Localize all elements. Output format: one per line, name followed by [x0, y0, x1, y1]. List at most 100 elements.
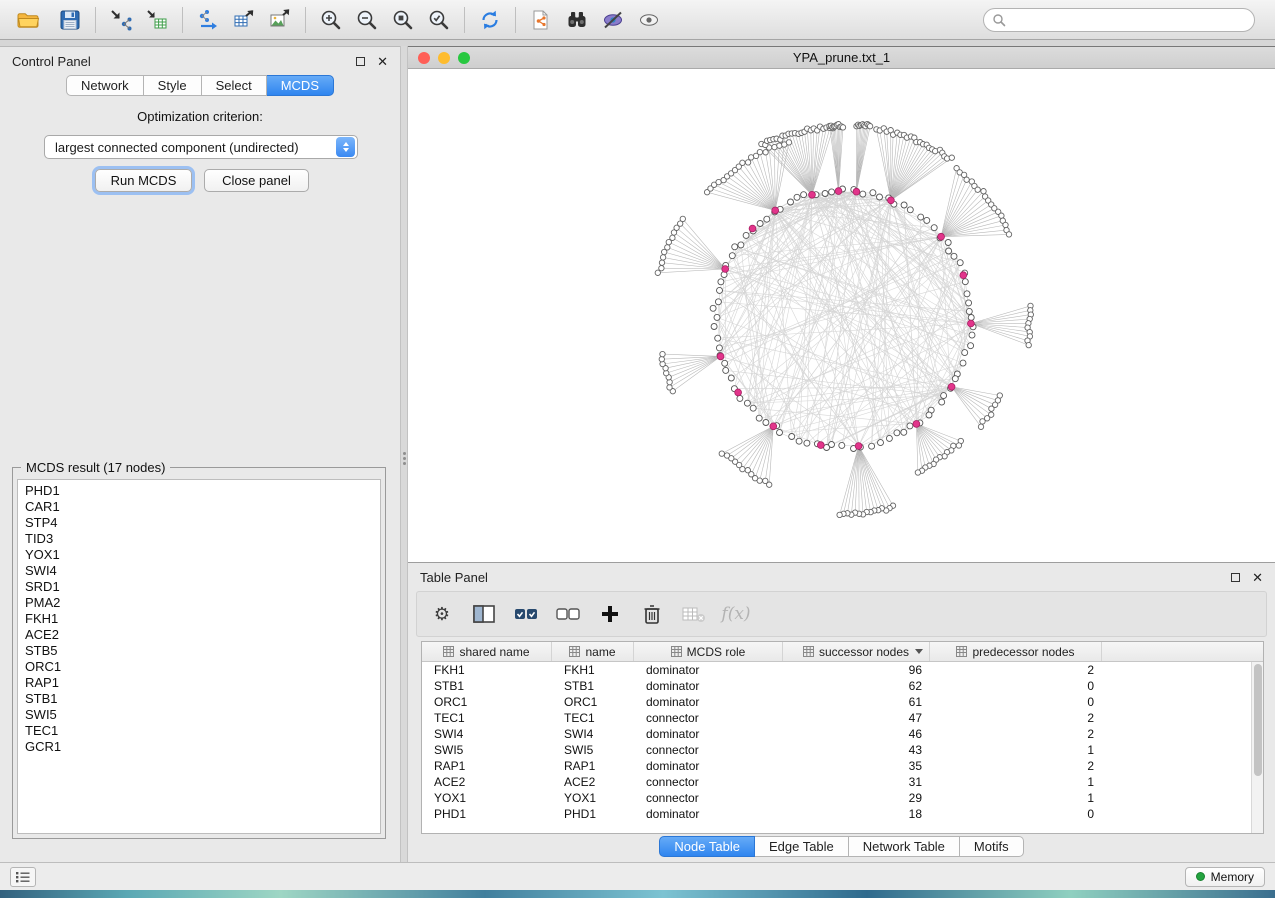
graph-dominator-node[interactable] — [888, 197, 895, 204]
graph-leaf-node[interactable] — [660, 351, 665, 356]
close-window-button[interactable] — [418, 52, 430, 64]
function-builder-button[interactable]: f(x) — [723, 601, 749, 627]
graph-node[interactable] — [743, 232, 749, 238]
graph-leaf-node[interactable] — [665, 245, 670, 250]
graph-dominator-node[interactable] — [772, 207, 779, 214]
table-row[interactable]: TEC1TEC1connector472 — [422, 710, 1251, 726]
document-share-button[interactable] — [523, 3, 559, 37]
graph-leaf-node[interactable] — [867, 124, 872, 129]
float-panel-icon[interactable] — [356, 57, 365, 66]
mcds-result-item[interactable]: PHD1 — [18, 483, 380, 499]
graph-node[interactable] — [750, 405, 756, 411]
graph-leaf-node[interactable] — [655, 270, 660, 275]
graph-node[interactable] — [869, 443, 875, 449]
tab-edge-table[interactable]: Edge Table — [755, 836, 849, 857]
graph-node[interactable] — [804, 440, 810, 446]
graph-leaf-node[interactable] — [745, 468, 750, 473]
open-file-button[interactable] — [10, 3, 46, 37]
graph-node[interactable] — [763, 420, 769, 426]
show-columns-button[interactable] — [471, 601, 497, 627]
select-all-button[interactable] — [513, 601, 539, 627]
graph-leaf-node[interactable] — [719, 451, 724, 456]
maximize-window-button[interactable] — [458, 52, 470, 64]
graph-node[interactable] — [878, 440, 884, 446]
graph-node[interactable] — [901, 202, 907, 208]
graph-leaf-node[interactable] — [763, 150, 768, 155]
graph-leaf-node[interactable] — [949, 155, 954, 160]
graph-leaf-node[interactable] — [745, 160, 750, 165]
graph-node[interactable] — [907, 207, 913, 213]
mcds-result-item[interactable]: YOX1 — [18, 547, 380, 563]
graph-node[interactable] — [788, 199, 794, 205]
graph-node[interactable] — [714, 314, 720, 320]
graph-node[interactable] — [901, 429, 907, 435]
table-row[interactable]: YOX1YOX1connector291 — [422, 790, 1251, 806]
graph-node[interactable] — [969, 332, 975, 338]
graph-node[interactable] — [952, 376, 958, 382]
close-panel-button[interactable]: Close panel — [204, 169, 309, 192]
sort-descending-icon[interactable] — [915, 649, 923, 654]
mcds-result-item[interactable]: SRD1 — [18, 579, 380, 595]
table-row[interactable]: ORC1ORC1dominator610 — [422, 694, 1251, 710]
graph-node[interactable] — [860, 191, 866, 197]
graph-leaf-node[interactable] — [757, 149, 762, 154]
panel-splitter[interactable] — [400, 46, 408, 862]
column-header-successor-nodes[interactable]: successor nodes — [783, 642, 930, 661]
zoom-fit-button[interactable] — [385, 3, 421, 37]
graph-node[interactable] — [945, 240, 951, 246]
graph-leaf-node[interactable] — [981, 189, 986, 194]
graph-leaf-node[interactable] — [670, 235, 675, 240]
graph-node[interactable] — [966, 300, 972, 306]
zoom-selected-button[interactable] — [421, 3, 457, 37]
minimize-window-button[interactable] — [438, 52, 450, 64]
graph-node[interactable] — [789, 434, 795, 440]
graph-node[interactable] — [918, 214, 924, 220]
graph-node[interactable] — [829, 189, 835, 195]
delete-column-button[interactable] — [639, 601, 665, 627]
graph-leaf-node[interactable] — [724, 453, 729, 458]
zoom-out-button[interactable] — [349, 3, 385, 37]
import-network-button[interactable] — [103, 3, 139, 37]
graph-node[interactable] — [941, 393, 947, 399]
graph-node[interactable] — [723, 367, 729, 373]
mcds-result-item[interactable]: ORC1 — [18, 659, 380, 675]
graph-node[interactable] — [794, 194, 800, 200]
graph-leaf-node[interactable] — [680, 216, 685, 221]
network-canvas[interactable] — [408, 69, 1275, 563]
graph-leaf-node[interactable] — [1026, 342, 1031, 347]
graph-leaf-node[interactable] — [659, 357, 664, 362]
graph-node[interactable] — [894, 430, 900, 436]
graph-dominator-node[interactable] — [717, 353, 724, 360]
graph-node[interactable] — [710, 305, 716, 311]
graph-dominator-node[interactable] — [855, 443, 862, 450]
graph-node[interactable] — [966, 308, 972, 314]
graph-dominator-node[interactable] — [735, 389, 742, 396]
graph-node[interactable] — [924, 217, 930, 223]
table-scrollbar[interactable] — [1251, 662, 1263, 833]
graph-dominator-node[interactable] — [722, 266, 729, 273]
table-row[interactable]: SWI5SWI5connector431 — [422, 742, 1251, 758]
table-settings-button[interactable]: ⚙ — [429, 601, 455, 627]
graph-leaf-node[interactable] — [989, 406, 994, 411]
graph-node[interactable] — [796, 438, 802, 444]
graph-node[interactable] — [764, 216, 770, 222]
node-layer[interactable] — [655, 121, 1033, 517]
graph-leaf-node[interactable] — [915, 470, 920, 475]
graph-dominator-node[interactable] — [913, 421, 920, 428]
mcds-result-item[interactable]: STB5 — [18, 643, 380, 659]
export-table-button[interactable] — [226, 3, 262, 37]
zoom-in-button[interactable] — [313, 3, 349, 37]
import-table-button[interactable] — [139, 3, 175, 37]
graph-node[interactable] — [711, 324, 717, 330]
graph-node[interactable] — [931, 225, 937, 231]
graph-node[interactable] — [960, 360, 966, 366]
graph-leaf-node[interactable] — [667, 385, 672, 390]
refresh-button[interactable] — [472, 3, 508, 37]
graph-leaf-node[interactable] — [964, 177, 969, 182]
graph-leaf-node[interactable] — [980, 419, 985, 424]
mcds-result-item[interactable]: GCR1 — [18, 739, 380, 755]
graph-leaf-node[interactable] — [660, 255, 665, 260]
mcds-result-item[interactable]: STB1 — [18, 691, 380, 707]
graph-leaf-node[interactable] — [763, 478, 768, 483]
graph-node[interactable] — [968, 315, 974, 321]
